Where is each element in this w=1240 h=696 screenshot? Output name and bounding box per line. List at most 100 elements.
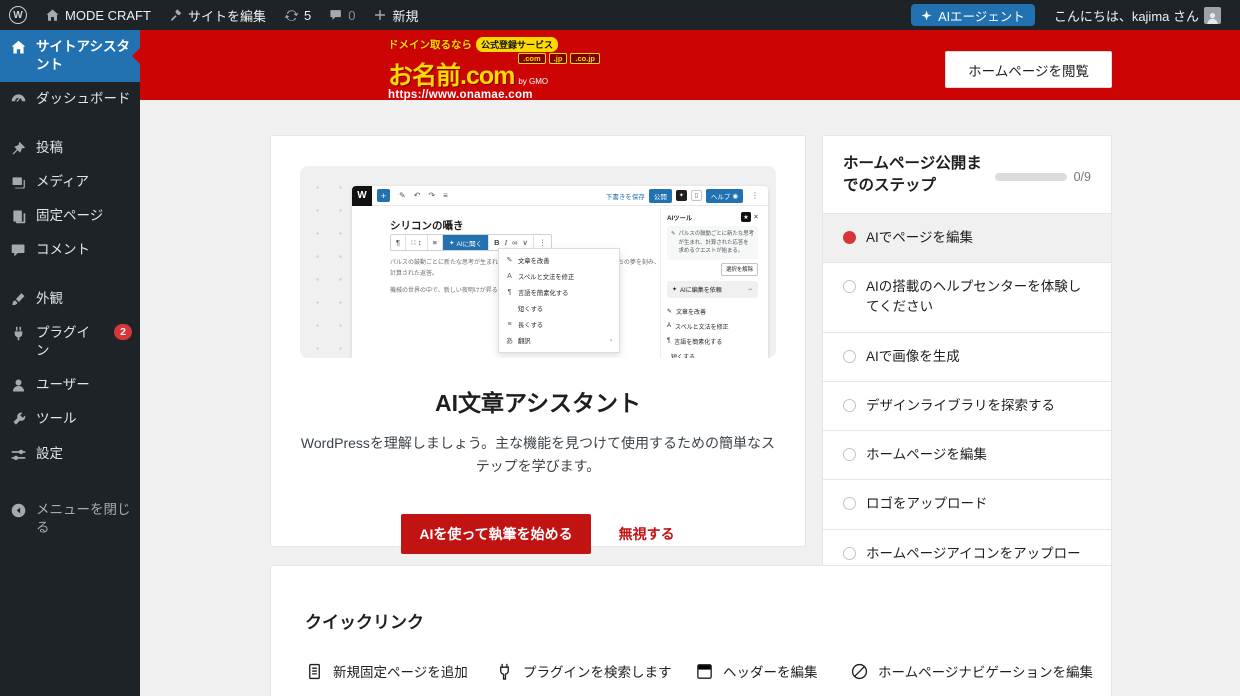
lines-icon: ≡ — [506, 321, 513, 328]
translate-icon: あ — [506, 336, 513, 346]
tld-badge: .jp — [549, 53, 568, 64]
my-account-menu[interactable]: こんにちは、kajima さん — [1045, 0, 1230, 30]
panel-item: Aスペルと文法を修正 — [667, 319, 758, 334]
quick-link-edit-navigation[interactable]: ホームページナビゲーションを編集 — [850, 661, 1093, 681]
step-generate-images[interactable]: AIで画像を生成 — [823, 332, 1111, 381]
step-status-dot — [843, 231, 856, 244]
list-view-icon: ≡ — [443, 191, 448, 200]
sidebar-item-pages[interactable]: 固定ページ — [0, 199, 140, 233]
step-try-help-center[interactable]: AIの搭載のヘルプセンターを体験してください — [823, 262, 1111, 332]
comment-icon — [329, 8, 343, 22]
sidebar-item-settings[interactable]: 設定 — [0, 437, 140, 471]
document-title: シリコンの囁き — [390, 218, 464, 233]
site-name: MODE CRAFT — [65, 8, 151, 23]
sidebar-item-label: ツール — [36, 410, 77, 428]
quick-link-add-page[interactable]: 新規固定ページを追加 — [305, 661, 495, 681]
onamae-tagline: ドメイン取るなら — [388, 37, 472, 52]
sidebar-item-tools[interactable]: ツール — [0, 402, 140, 436]
sidebar-collapse-menu[interactable]: メニューを閉じる — [0, 493, 140, 545]
info-icon: ◉ — [732, 192, 738, 200]
onamae-logo[interactable]: ドメイン取るなら 公式登録サービス .com .jp .co.jp お名前.co… — [388, 37, 638, 101]
link-icon: ∞ — [512, 238, 517, 247]
step-label: AIで画像を生成 — [866, 347, 960, 367]
sidebar-item-label: ダッシュボード — [36, 90, 131, 108]
ask-ai-button: ✦AIに聞く — [443, 235, 489, 250]
ai-menu-dropdown: ✎文章を改善 Aスペルと文法を修正 ¶言語を簡素化する 短くする ≡長くする あ… — [498, 248, 620, 353]
sparkle-icon: ✦ — [672, 286, 677, 293]
collapse-arrow-icon — [10, 502, 27, 519]
sliders-icon — [10, 446, 27, 463]
sidebar-item-appearance[interactable]: 外観 — [0, 282, 140, 316]
sidebar-separator — [0, 268, 140, 282]
sidebar-panel-icon: ▯ — [691, 190, 702, 201]
improve-icon: ✎ — [667, 308, 672, 315]
deselect-button: 選択を解除 — [721, 263, 758, 276]
ai-agent-button[interactable]: AIエージェント — [911, 4, 1035, 26]
dismiss-link[interactable]: 無視する — [619, 524, 675, 544]
site-name-menu[interactable]: MODE CRAFT — [36, 0, 160, 30]
onamae-brand-text: お名前.com — [388, 64, 514, 89]
quick-link-label: プラグインを検索します — [523, 661, 672, 681]
sidebar-item-site-assistant[interactable]: サイトアシスタント — [0, 30, 140, 82]
panel-item: 短くする — [667, 349, 758, 358]
sidebar-item-label: 外観 — [36, 290, 63, 308]
steps-title: ホームページ公開までのステップ — [843, 153, 987, 198]
brush-icon — [10, 291, 27, 308]
quick-link-label: 新規固定ページを追加 — [333, 661, 468, 681]
wrench-icon — [10, 411, 27, 428]
home-icon — [10, 39, 27, 56]
step-label: デザインライブラリを探索する — [866, 396, 1055, 416]
wordpress-logo-icon: W — [9, 6, 27, 24]
sidebar-item-plugins[interactable]: プラグイン 2 — [0, 316, 140, 368]
sidebar-item-comments[interactable]: コメント — [0, 233, 140, 267]
sidebar-item-media[interactable]: メディア — [0, 165, 140, 199]
pencil-icon: ✎ — [399, 191, 406, 200]
sparkle-icon — [921, 10, 932, 21]
dashboard-icon — [10, 91, 27, 108]
step-status-dot — [843, 350, 856, 363]
chevron-down-icon: ∨ — [522, 238, 528, 247]
step-edit-page-with-ai[interactable]: AIでページを編集 — [823, 213, 1111, 262]
step-upload-logo[interactable]: ロゴをアップロード — [823, 479, 1111, 528]
admin-bar-right: AIエージェント こんにちは、kajima さん — [911, 0, 1240, 30]
sidebar-item-users[interactable]: ユーザー — [0, 368, 140, 402]
wordpress-logo-icon: W — [352, 186, 372, 206]
updates-count: 5 — [304, 8, 311, 23]
edit-site-menu[interactable]: サイトを編集 — [160, 0, 275, 30]
italic-icon: I — [505, 238, 508, 247]
sidebar-item-label: 設定 — [36, 445, 63, 463]
step-status-dot — [843, 547, 856, 560]
edit-site-label: サイトを編集 — [188, 6, 266, 25]
step-status-dot — [843, 497, 856, 510]
add-block-icon: + — [377, 189, 390, 202]
hero-actions: AIを使って執筆を始める 無視する — [271, 514, 805, 554]
updates-menu[interactable]: 5 — [275, 0, 320, 30]
quick-link-edit-header[interactable]: ヘッダーを編集 — [695, 661, 850, 681]
wordpress-menu[interactable]: W — [0, 0, 36, 30]
comments-menu[interactable]: 0 — [320, 0, 364, 30]
main-content: W + ✎ ↶ ↷ ≡ 下書きを保存 公開 ✦ ▯ ヘルプ◉ ⋮ シリコンの囁 — [140, 100, 1240, 696]
pages-icon — [10, 208, 27, 225]
home-icon — [45, 8, 60, 23]
menu-item: ¶言語を簡素化する — [499, 284, 619, 300]
onamae-by-gmo: by GMO — [518, 77, 548, 86]
kebab-menu-icon: ⋮ — [751, 191, 759, 200]
plugin-icon — [10, 325, 27, 342]
spellcheck-icon: A — [506, 273, 513, 280]
new-content-menu[interactable]: 新規 — [364, 0, 427, 30]
editor-topbar-right: 下書きを保存 公開 ✦ ▯ ヘルプ◉ ⋮ — [606, 189, 768, 203]
sidebar-item-label: 投稿 — [36, 139, 63, 157]
selected-text-quote: ✎パルスの鼓動ごとに新たな思考が生まれ、計算された応答を求めるクエストが始まる。 — [667, 226, 758, 260]
start-writing-with-ai-button[interactable]: AIを使って執筆を始める — [401, 514, 590, 554]
comments-count: 0 — [348, 8, 355, 23]
sidebar-item-posts[interactable]: 投稿 — [0, 131, 140, 165]
view-homepage-button[interactable]: ホームページを閲覧 — [945, 51, 1112, 88]
admin-bar: W MODE CRAFT サイトを編集 5 0 新規 AIエージェント こんにち — [0, 0, 1240, 30]
sidebar-item-dashboard[interactable]: ダッシュボード — [0, 82, 140, 116]
step-explore-design-library[interactable]: デザインライブラリを探索する — [823, 381, 1111, 430]
quick-link-search-plugins[interactable]: プラグインを検索します — [495, 661, 695, 681]
spellcheck-icon: A — [667, 323, 671, 329]
step-edit-homepage[interactable]: ホームページを編集 — [823, 430, 1111, 479]
sidebar-item-label: ユーザー — [36, 376, 90, 394]
sidebar: サイトアシスタント ダッシュボード 投稿 メディア 固定ページ コメント 外観 … — [0, 30, 140, 696]
